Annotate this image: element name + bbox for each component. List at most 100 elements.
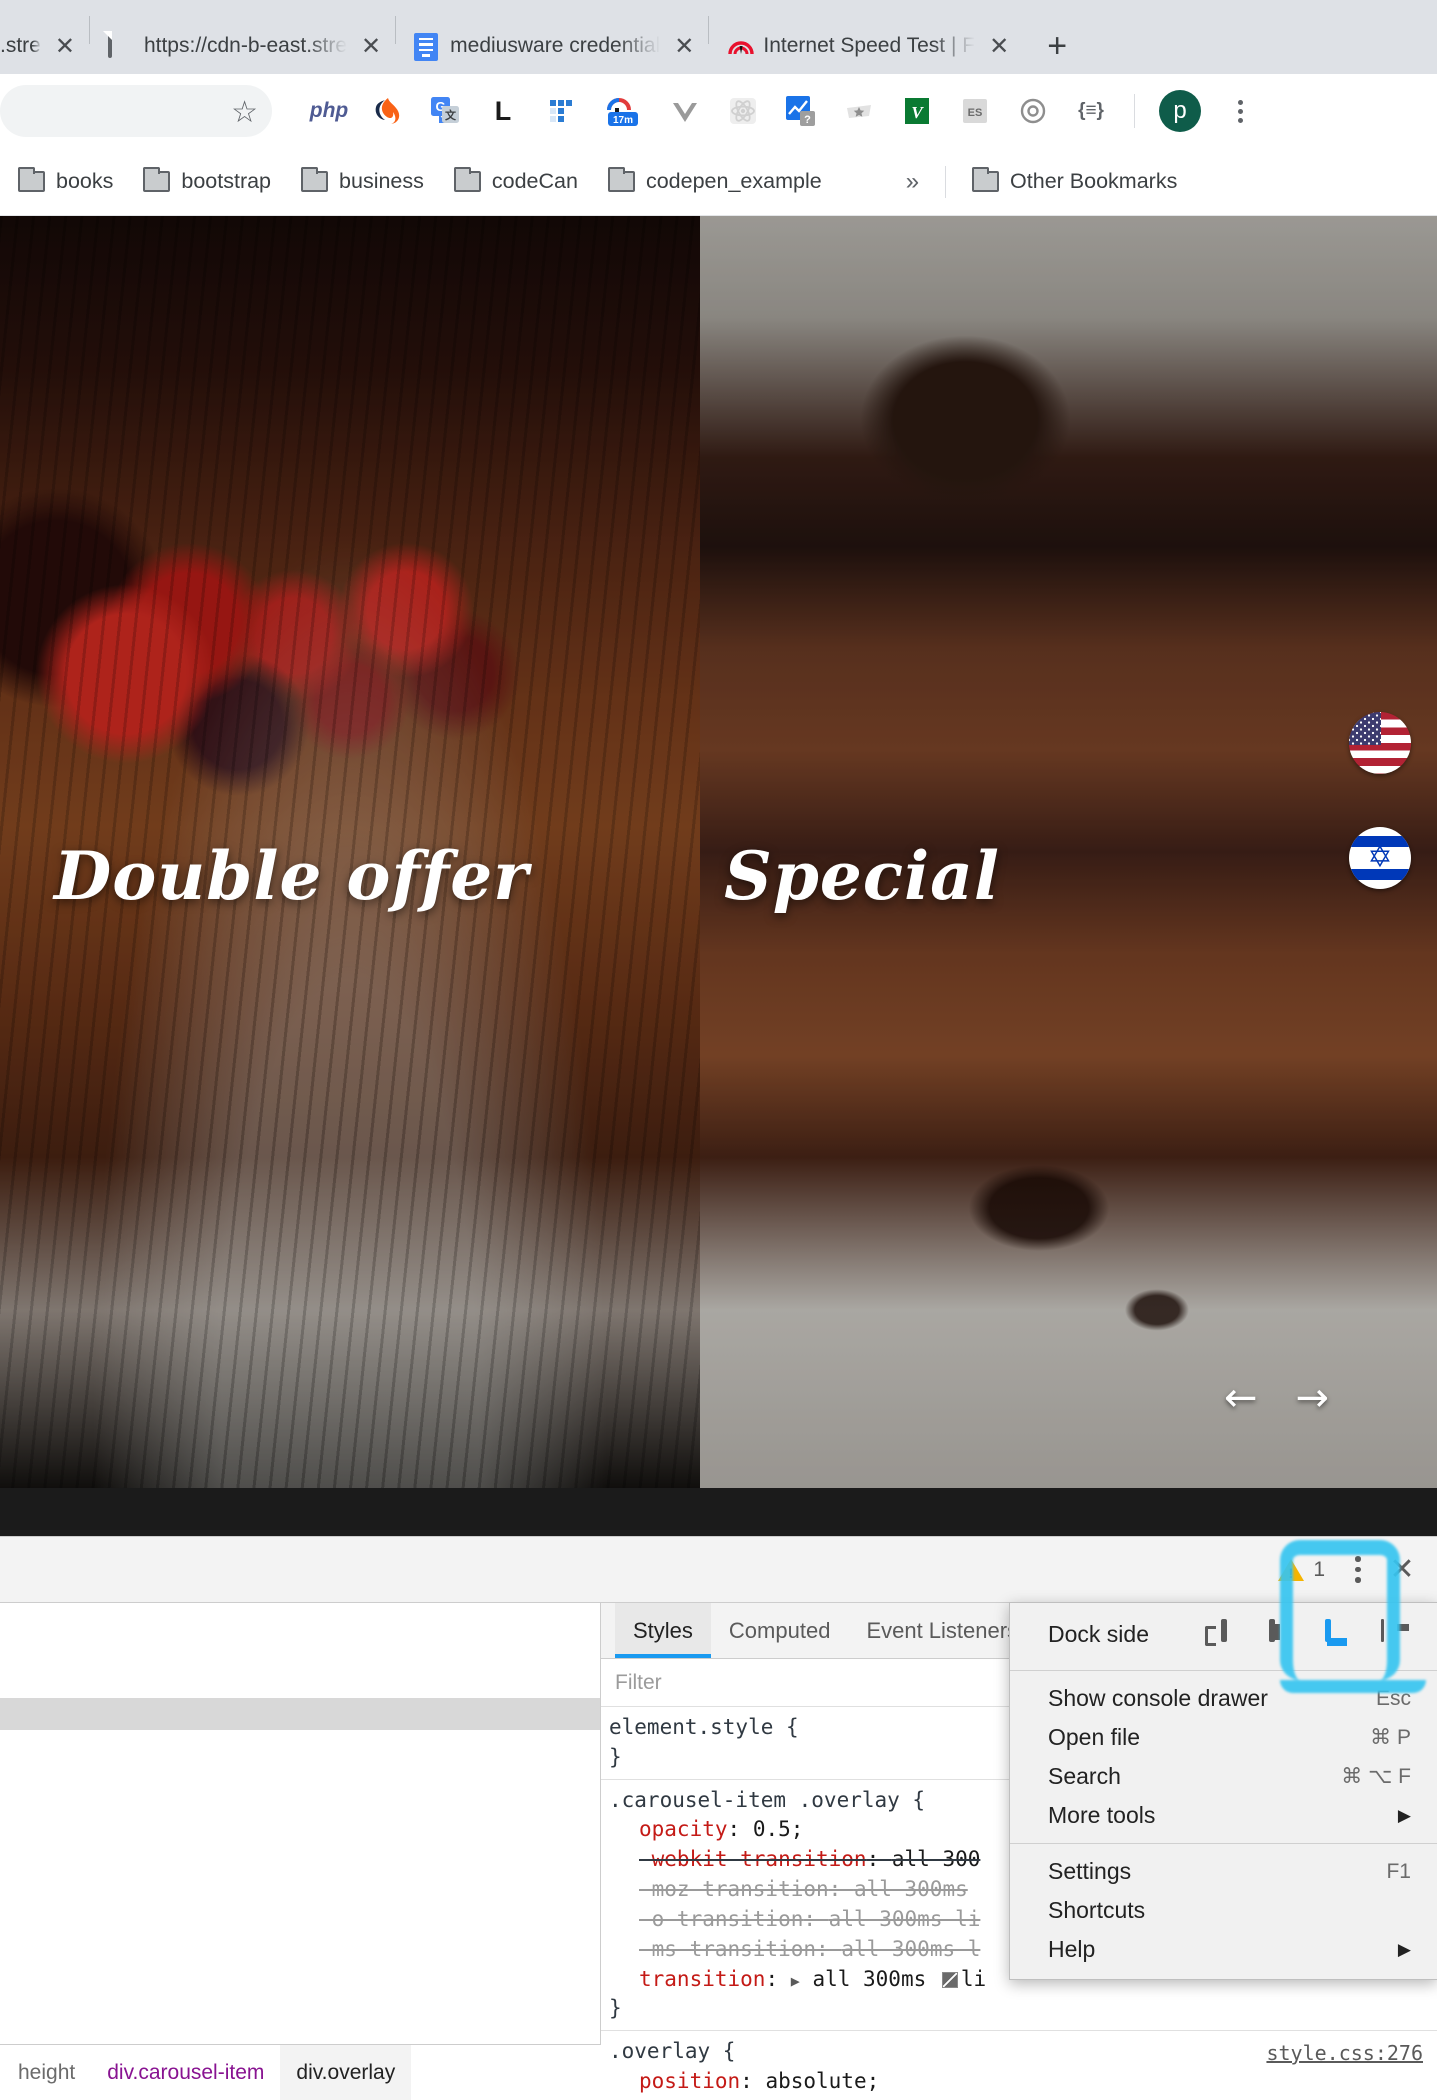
menu-item-label: Shortcuts [1048,1897,1146,1923]
bookmark-folder-bootstrap[interactable]: bootstrap [143,167,272,194]
menu-item-label: Open file [1048,1724,1141,1750]
stylesheet-source-link[interactable]: style.css:276 [1266,2039,1423,2067]
declaration-property: opacity [639,1817,728,1842]
tab-title: mediusware credential [450,34,661,57]
dock-to-right-icon[interactable] [1381,1618,1411,1648]
bookmark-label: business [339,169,424,193]
close-icon[interactable]: ✕ [989,34,1009,58]
undock-into-separate-window-icon[interactable] [1213,1618,1243,1648]
vuejs-devtools-icon[interactable] [668,94,702,128]
bookmark-folder-books[interactable]: books [18,167,114,194]
declaration-value: all 300ms [812,1966,927,1991]
selected-node-row[interactable] [0,1698,600,1730]
declaration-value: 0.5; [752,1817,804,1842]
google-translate-extension-icon[interactable]: G 文 [428,94,462,128]
bookmarks-overflow-button[interactable]: » [906,168,919,196]
tab-title: https://cdn-b-east.stre [143,34,348,57]
declaration-value: all 300ms [853,1877,968,1902]
menu-item-help[interactable]: Help ▶ [1010,1930,1437,1969]
analytics-extension-icon[interactable]: ? [784,94,818,128]
browser-tab-0[interactable]: .stre ✕ [0,18,89,74]
close-icon[interactable]: ✕ [361,34,381,58]
menu-item-label: Help [1048,1936,1096,1962]
tab-event-listeners[interactable]: Event Listeners [848,1603,1036,1658]
flag-israel-icon[interactable]: ✡ [1349,827,1411,889]
devtools-options-menu: Dock side Show console drawer Esc Open f… [1009,1602,1437,1980]
breadcrumb-item-height[interactable]: height [2,2045,91,2100]
dock-to-bottom-icon[interactable] [1325,1618,1355,1648]
breadcrumb: height div.carousel-item div.overlay [0,2044,601,2100]
bookmark-label: books [56,169,114,193]
dock-side-row: Dock side [1010,1611,1437,1662]
lastpass-extension-icon[interactable]: L [486,94,520,128]
star-extension-icon[interactable] [842,94,876,128]
tab-computed[interactable]: Computed [711,1603,849,1658]
bookmark-label: Other Bookmarks [1010,169,1178,193]
chrome-menu-icon[interactable] [1223,94,1257,128]
flag-us-icon[interactable] [1349,712,1411,774]
new-tab-button[interactable]: + [1035,24,1079,68]
menu-divider [1010,1843,1437,1844]
menu-item-settings[interactable]: Settings F1 [1010,1852,1437,1891]
bookmark-folder-codecan[interactable]: codeCan [453,167,578,194]
sourcegraph-extension-icon[interactable] [370,94,404,128]
bookmark-label: codeCan [491,169,578,193]
tab-styles[interactable]: Styles [615,1603,711,1658]
bookmark-label: bootstrap [181,169,272,193]
declaration-property: -webkit-transition [639,1847,867,1872]
timer-extension-icon[interactable]: 17m [602,94,644,128]
browser-tab-1[interactable]: https://cdn-b-east.stre ✕ [90,18,395,74]
menu-item-shortcut: F1 [1386,1859,1411,1883]
warning-indicator[interactable]: 1 [1278,1558,1325,1582]
carousel-prev-arrow-icon[interactable]: ← [1224,1378,1258,1418]
declaration-property: transition [639,1966,766,1991]
dock-to-left-icon[interactable] [1269,1618,1299,1648]
json-viewer-extension-icon[interactable]: {≡} [1074,94,1108,128]
bookmarks-bar: books bootstrap business codeCan codepen… [0,148,1437,216]
avatar[interactable]: p [1159,90,1201,132]
tab-strip: .stre ✕ https://cdn-b-east.stre ✕ medius… [0,0,1437,74]
menu-item-show-console-drawer[interactable]: Show console drawer Esc [1010,1679,1437,1718]
carousel-caption-1: Special [724,837,1000,915]
extensions-row: php G 文 L 17m ? V ES {≡} [310,94,1108,128]
breadcrumb-item-carousel-item[interactable]: div.carousel-item [91,2045,280,2100]
es-extension-icon[interactable]: ES [958,94,992,128]
bookmark-folder-codepen-example[interactable]: codepen_example [607,167,822,194]
style-rule-overlay[interactable]: .overlay { style.css:276 position: absol… [601,2031,1437,2100]
declaration-position[interactable]: position: absolute; [609,2067,1437,2097]
menu-item-label: More tools [1048,1802,1156,1828]
react-devtools-icon[interactable] [726,94,760,128]
close-icon[interactable]: ✕ [674,34,694,58]
declaration-property: position [639,2068,741,2093]
php-extension-icon[interactable]: php [310,94,348,128]
menu-item-open-file[interactable]: Open file ⌘ P [1010,1718,1437,1757]
menu-item-shortcuts[interactable]: Shortcuts [1010,1891,1437,1930]
carousel-next-arrow-icon[interactable]: → [1295,1378,1329,1418]
bookmark-folder-business[interactable]: business [301,167,424,194]
browser-tab-3[interactable]: Internet Speed Test | F ✕ [709,18,1023,74]
menu-item-search[interactable]: Search ⌘ ⌥ F [1010,1757,1437,1796]
page-footer [0,1488,1437,1536]
easing-swatch-icon[interactable] [941,1971,958,1988]
folder-icon [607,167,635,192]
address-bar[interactable]: ☆ [0,85,272,137]
close-icon[interactable]: ✕ [55,34,75,58]
folder-icon [972,167,1000,192]
devtools-toolbar: 1 ✕ [0,1537,1437,1603]
dock-side-label: Dock side [1048,1621,1149,1647]
vysor-extension-icon[interactable]: V [900,94,934,128]
chevron-right-icon[interactable]: ▶ [791,1972,800,1990]
bookmark-star-icon[interactable]: ☆ [231,95,258,130]
target-extension-icon[interactable] [1016,94,1050,128]
menu-item-shortcut: ⌘ P [1370,1726,1411,1749]
todoist-extension-icon[interactable] [544,94,578,128]
other-bookmarks-folder[interactable]: Other Bookmarks [972,167,1178,194]
breadcrumb-item-overlay[interactable]: div.overlay [280,2045,412,2100]
elements-tree-panel[interactable]: height div.carousel-item div.overlay [0,1603,601,2100]
browser-tab-2[interactable]: mediusware credential ✕ [396,18,708,74]
warning-triangle-icon [1278,1558,1305,1581]
devtools-more-options-icon[interactable] [1339,1551,1377,1589]
menu-item-more-tools[interactable]: More tools ▶ [1010,1796,1437,1835]
menu-item-label: Show console drawer [1048,1685,1268,1711]
devtools-close-icon[interactable]: ✕ [1381,1552,1423,1587]
